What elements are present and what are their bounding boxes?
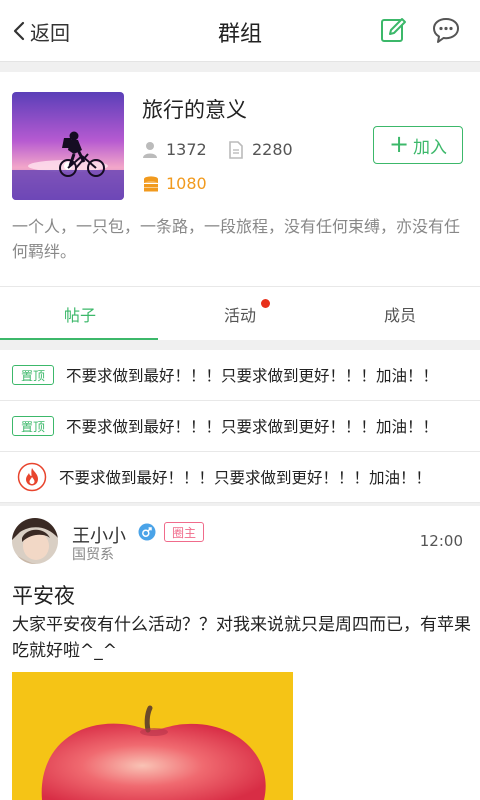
tab-members[interactable]: 成员 <box>320 287 480 340</box>
post-image[interactable] <box>12 672 293 800</box>
cyclist-sunset-image <box>12 92 124 200</box>
edit-icon <box>381 18 406 42</box>
group-cover-image[interactable] <box>12 92 124 200</box>
group-description: 一个人，一只包，一条路，一段旅程，没有任何束缚，亦没有任何羁绊。 <box>12 217 461 261</box>
plus-icon: + <box>388 130 410 158</box>
document-icon <box>229 140 243 159</box>
hot-post[interactable]: 不要求做到最好！！！只要求做到更好！！！加油！！ <box>0 452 480 503</box>
tab-posts[interactable]: 帖子 <box>0 287 160 340</box>
pinned-badge: 置顶 <box>12 416 54 436</box>
post-time: 12:00 <box>419 532 463 550</box>
edit-button[interactable] <box>378 15 408 45</box>
members-stat: 1372 <box>142 140 207 159</box>
author-department: 国贸系 <box>72 547 114 563</box>
message-button[interactable] <box>431 15 461 45</box>
avatar[interactable] <box>12 518 58 564</box>
user-avatar-image <box>12 518 58 564</box>
flame-icon <box>17 462 47 492</box>
join-button[interactable]: + 加入 <box>373 126 463 164</box>
tab-members-label: 成员 <box>383 305 416 325</box>
posts-count: 2280 <box>252 140 293 159</box>
message-icon <box>433 18 459 43</box>
post-card[interactable]: 王小小 圈主 国贸系 12:00 平安夜 大家平安夜有什么活动？？对我来说就只是… <box>0 506 480 800</box>
divider <box>0 340 480 350</box>
pinned-post-title: 不要求做到最好！！！只要求做到更好！！！加油！！ <box>66 367 439 385</box>
coins-icon <box>144 175 158 191</box>
notification-dot <box>261 299 270 308</box>
group-info-card: 旅行的意义 1372 2280 1080 + 加入 一个人，一只包，一条路，一段… <box>0 72 480 284</box>
coins-count: 1080 <box>166 174 207 193</box>
join-label: 加入 <box>413 137 448 158</box>
divider <box>0 62 480 72</box>
tab-activities[interactable]: 活动 <box>160 287 320 340</box>
group-name: 旅行的意义 <box>142 98 247 122</box>
role-badge: 圈主 <box>164 522 204 542</box>
apple-photo <box>12 672 293 800</box>
male-icon <box>138 523 156 541</box>
posts-stat: 2280 <box>228 140 293 159</box>
post-body: 大家平安夜有什么活动？？对我来说就只是周四而已，有苹果吃就好啦^_^ <box>12 615 471 661</box>
coins-stat: 1080 <box>142 174 207 193</box>
tab-posts-label: 帖子 <box>63 305 96 325</box>
members-count: 1372 <box>166 140 207 159</box>
person-icon <box>143 141 157 158</box>
tab-bar: 帖子 活动 成员 <box>0 286 480 340</box>
pinned-post-title: 不要求做到最好！！！只要求做到更好！！！加油！！ <box>66 418 439 436</box>
page-title: 群组 <box>217 22 262 47</box>
tab-activities-label: 活动 <box>223 305 256 325</box>
pinned-post[interactable]: 置顶 不要求做到最好！！！只要求做到更好！！！加油！！ <box>0 350 480 401</box>
pinned-post[interactable]: 置顶 不要求做到最好！！！只要求做到更好！！！加油！！ <box>0 401 480 452</box>
pinned-badge: 置顶 <box>12 365 54 385</box>
top-bar: 返回 群组 <box>0 0 480 62</box>
post-title: 平安夜 <box>12 584 75 608</box>
hot-post-title: 不要求做到最好！！！只要求做到更好！！！加油！！ <box>59 469 432 487</box>
